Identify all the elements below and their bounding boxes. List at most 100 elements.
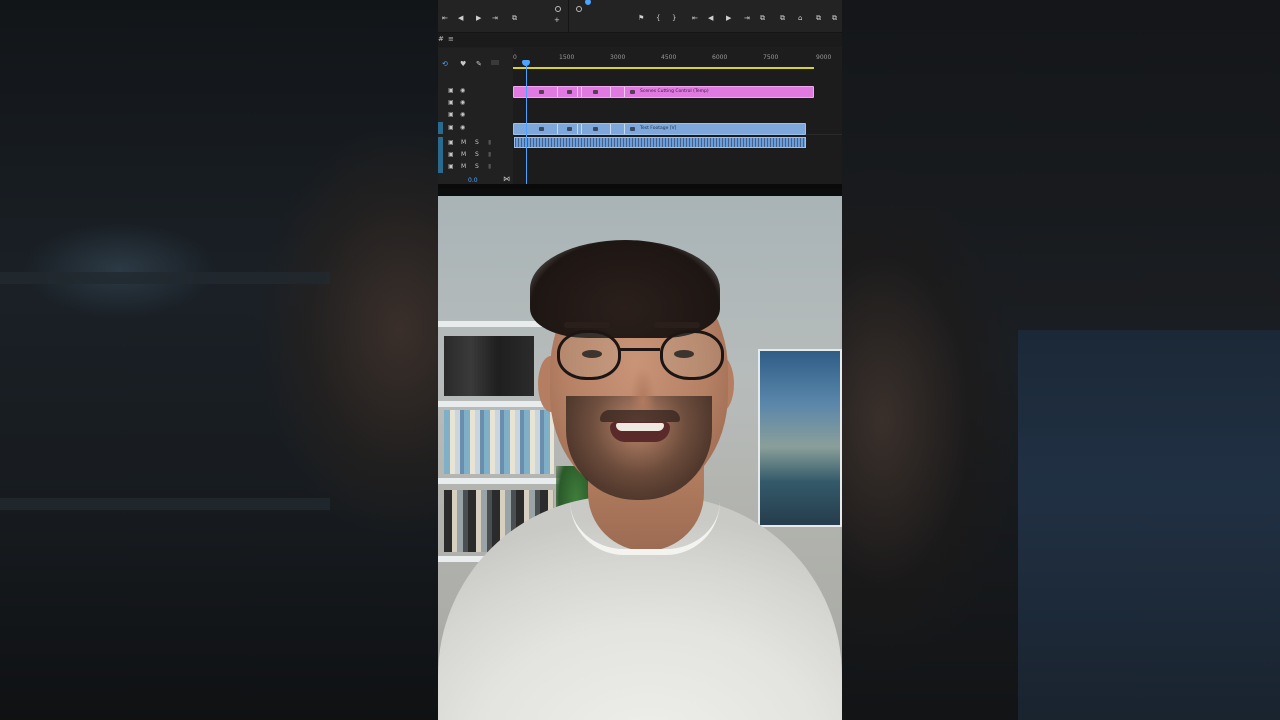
marker-icon[interactable]: ♥ <box>460 60 466 68</box>
film-icon[interactable]: ▣ <box>448 87 454 94</box>
solo-button[interactable]: S <box>475 163 479 170</box>
edit-point[interactable] <box>557 87 558 97</box>
step-back-icon[interactable]: ◀ <box>708 14 713 22</box>
panel-menu-icon[interactable]: ≡ <box>448 35 454 43</box>
wall-poster <box>758 349 842 527</box>
mark-in-icon[interactable]: { <box>656 14 660 22</box>
eye-icon[interactable]: ◉ <box>460 87 465 94</box>
sequence-tab-row: # ≡ <box>438 33 842 47</box>
ruler-label: 1500 <box>559 54 575 61</box>
clip-name: Scenes Cutting Control (Temp) <box>640 89 709 94</box>
premiere-timeline-panel: ⇤ ◀ ▶ ⇥ ⧉ + ⚑ { } ⇤ ◀ ▶ ⇥ ⧉ ⧉ ⌂ ⧉ ⧉ # ≡ <box>438 0 842 189</box>
audio-track-a3: ▣ M S ▮ <box>438 161 842 173</box>
solo-button[interactable]: S <box>475 151 479 158</box>
track-header: ▣ ◉ <box>438 122 513 134</box>
edit-point[interactable] <box>557 124 558 134</box>
blurred-background-left <box>0 0 438 720</box>
step-forward-icon[interactable]: ⇥ <box>744 14 750 22</box>
nose <box>630 366 656 410</box>
camera-icon[interactable]: ⧉ <box>816 14 821 22</box>
edit-point[interactable] <box>581 124 582 134</box>
fx-badge <box>567 90 572 94</box>
fx-badge <box>539 127 544 131</box>
books <box>444 410 554 474</box>
mic-icon[interactable]: ▮ <box>488 139 491 146</box>
zoom-fit-icon[interactable]: ⋈ <box>503 175 510 183</box>
go-to-in-icon[interactable]: ⇤ <box>692 14 698 22</box>
teeth <box>616 423 664 431</box>
sequence-tab-label[interactable]: # <box>438 35 444 43</box>
track-header: ▣ M S ▮ <box>438 161 513 173</box>
fx-badge <box>593 90 598 94</box>
zoom-value: 0.0 <box>468 177 478 184</box>
fx-badge <box>630 90 635 94</box>
speaker-icon[interactable]: ▣ <box>448 139 454 146</box>
play-back-icon[interactable]: ◀ <box>458 14 463 22</box>
step-forward-icon[interactable]: ⇥ <box>492 14 498 22</box>
mic-icon[interactable]: ▮ <box>488 163 491 170</box>
shelf-items <box>444 336 534 396</box>
settings-icon[interactable] <box>491 60 499 65</box>
track-target[interactable] <box>438 122 443 134</box>
blurred-background-right <box>842 0 1280 720</box>
ruler-label: 3000 <box>610 54 626 61</box>
track-target[interactable] <box>438 161 443 173</box>
step-back-icon[interactable]: ⇤ <box>442 14 448 22</box>
fx-badge <box>630 127 635 131</box>
right-eyebrow <box>654 322 700 328</box>
playhead-line[interactable] <box>526 62 527 188</box>
speaker-icon[interactable]: ▣ <box>448 151 454 158</box>
blurred-poster <box>1018 330 1280 720</box>
edit-point[interactable] <box>581 87 582 97</box>
mute-button[interactable]: M <box>461 163 466 170</box>
left-eyebrow <box>564 322 610 328</box>
marker-icon[interactable]: ⚑ <box>638 14 644 22</box>
play-icon[interactable]: ▶ <box>726 14 731 22</box>
play-icon[interactable]: ▶ <box>476 14 481 22</box>
edit-point[interactable] <box>624 124 625 134</box>
timeline-area: ⟲ ♥ ✎ 0 1500 3000 4500 6000 7500 9000 ▣ … <box>438 48 842 189</box>
wrench-icon[interactable]: ✎ <box>476 60 482 68</box>
edit-point[interactable] <box>577 87 578 97</box>
film-icon[interactable]: ▣ <box>448 111 454 118</box>
film-icon[interactable]: ▣ <box>448 124 454 131</box>
in-point-marker[interactable] <box>555 6 561 12</box>
insert-icon[interactable]: ⧉ <box>512 14 517 22</box>
snap-icon[interactable]: ⟲ <box>442 60 448 68</box>
ruler-label: 0 <box>513 54 517 61</box>
mic-icon[interactable]: ▮ <box>488 151 491 158</box>
clip-name: Test Footage [V] <box>640 126 677 131</box>
eye-icon[interactable]: ◉ <box>460 124 465 131</box>
glasses-right-lens <box>660 330 724 380</box>
shelf-shadow <box>0 498 330 510</box>
edit-point[interactable] <box>610 124 611 134</box>
eye-icon[interactable]: ◉ <box>460 111 465 118</box>
film-icon[interactable]: ▣ <box>448 99 454 106</box>
edit-point[interactable] <box>624 87 625 97</box>
fx-badge <box>593 127 598 131</box>
button-editor-icon[interactable]: ⧉ <box>832 14 837 22</box>
video-clip[interactable]: Test Footage [V] <box>513 123 806 135</box>
track-target[interactable] <box>438 149 443 161</box>
track-target[interactable] <box>438 137 443 149</box>
mark-out-icon[interactable]: } <box>672 14 676 22</box>
eye-icon[interactable]: ◉ <box>460 99 465 106</box>
lift-icon[interactable]: ⧉ <box>780 14 785 22</box>
source-playhead-icon[interactable] <box>585 0 591 5</box>
mute-button[interactable]: M <box>461 151 466 158</box>
mute-button[interactable]: M <box>461 139 466 146</box>
ruler-label: 6000 <box>712 54 728 61</box>
work-area-bar[interactable] <box>513 67 814 69</box>
audio-clip[interactable] <box>514 137 806 148</box>
speaker-icon[interactable]: ▣ <box>448 163 454 170</box>
out-point-marker[interactable] <box>576 6 582 12</box>
time-ruler[interactable]: 0 1500 3000 4500 6000 7500 9000 <box>513 48 842 70</box>
go-to-out-icon[interactable]: ⧉ <box>760 14 765 22</box>
edit-point[interactable] <box>577 124 578 134</box>
adjustment-clip[interactable]: Scenes Cutting Control (Temp) <box>513 86 814 98</box>
edit-point[interactable] <box>610 87 611 97</box>
add-button-icon[interactable]: + <box>554 16 560 24</box>
solo-button[interactable]: S <box>475 139 479 146</box>
glasses-left-lens <box>557 330 621 380</box>
extract-icon[interactable]: ⌂ <box>798 14 802 22</box>
